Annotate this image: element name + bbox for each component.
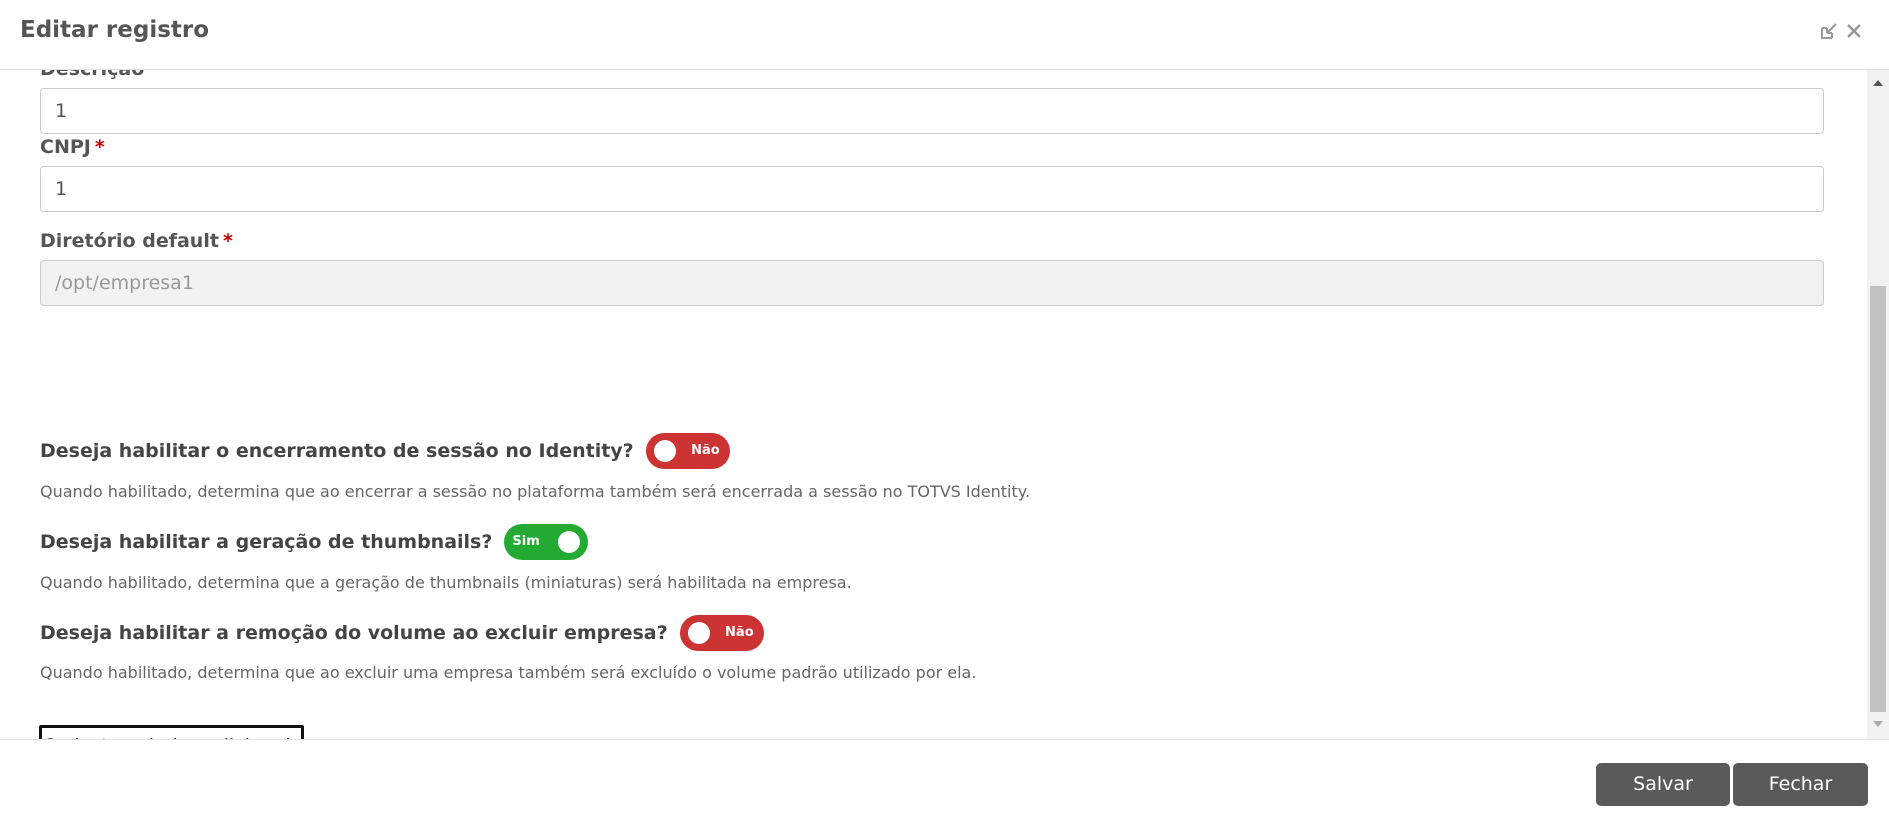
thumbnails-toggle[interactable]: Sim (504, 524, 589, 560)
required-mark: * (148, 70, 158, 80)
toggle-knob (558, 531, 581, 553)
scroll-down-arrow[interactable] (1873, 721, 1883, 727)
toggle-state-label: Não (725, 625, 754, 640)
identity-logout-toggle[interactable]: Não (645, 433, 730, 469)
identity-logout-question: Deseja habilitar o encerramento de sessã… (40, 440, 634, 462)
remove-volume-description: Quando habilitado, determina que ao excl… (40, 663, 977, 682)
scroll-thumb[interactable] (1870, 286, 1886, 712)
identity-logout-description: Quando habilitado, determina que ao ence… (40, 482, 1031, 501)
save-button[interactable]: Salvar (1596, 763, 1730, 806)
remove-volume-question: Deseja habilitar a remoção do volume ao … (40, 622, 668, 644)
edit-record-dialog: Editar registro Descrição * (0, 0, 1889, 825)
cnpj-field: CNPJ * 1 (40, 134, 1824, 212)
close-button[interactable]: Fechar (1733, 763, 1868, 806)
diretorio-label: Diretório default (40, 230, 219, 252)
toggle-state-label: Não (691, 443, 720, 458)
remove-volume-toggle[interactable]: Não (679, 615, 764, 651)
diretorio-field: Diretório default * /opt/empresa1 (40, 228, 1824, 306)
remove-volume-row: Deseja habilitar a remoção do volume ao … (40, 615, 764, 651)
dialog-footer: Salvar Fechar (0, 739, 1889, 825)
toggle-knob (653, 440, 676, 462)
header-actions (1819, 21, 1863, 41)
cnpj-input[interactable]: 1 (40, 166, 1824, 212)
scroll-up-arrow[interactable] (1873, 80, 1883, 86)
dialog-title: Editar registro (20, 17, 210, 43)
toggle-knob (687, 622, 710, 644)
dialog-header: Editar registro (0, 0, 1889, 70)
scrollbar[interactable] (1867, 70, 1889, 739)
descricao-field: Descrição * 1 (40, 70, 1824, 134)
additional-data-button[interactable]: Cadastrar dados adicionais (39, 725, 304, 739)
required-mark: * (222, 230, 233, 252)
minimize-icon[interactable] (1819, 21, 1839, 41)
identity-logout-row: Deseja habilitar o encerramento de sessã… (40, 433, 730, 469)
close-icon[interactable] (1845, 22, 1863, 40)
diretorio-input: /opt/empresa1 (40, 260, 1824, 306)
descricao-label: Descrição (40, 70, 144, 80)
required-mark: * (94, 136, 105, 158)
dialog-body: Descrição* 1 CNPJ* 1 Diretório default* … (0, 70, 1889, 739)
cnpj-label: CNPJ (40, 136, 91, 158)
thumbnails-question: Deseja habilitar a geração de thumbnails… (40, 531, 493, 553)
toggle-state-label: Sim (512, 534, 540, 549)
thumbnails-description: Quando habilitado, determina que a geraç… (40, 573, 852, 592)
thumbnails-row: Deseja habilitar a geração de thumbnails… (40, 524, 589, 560)
descricao-input[interactable]: 1 (40, 88, 1824, 134)
